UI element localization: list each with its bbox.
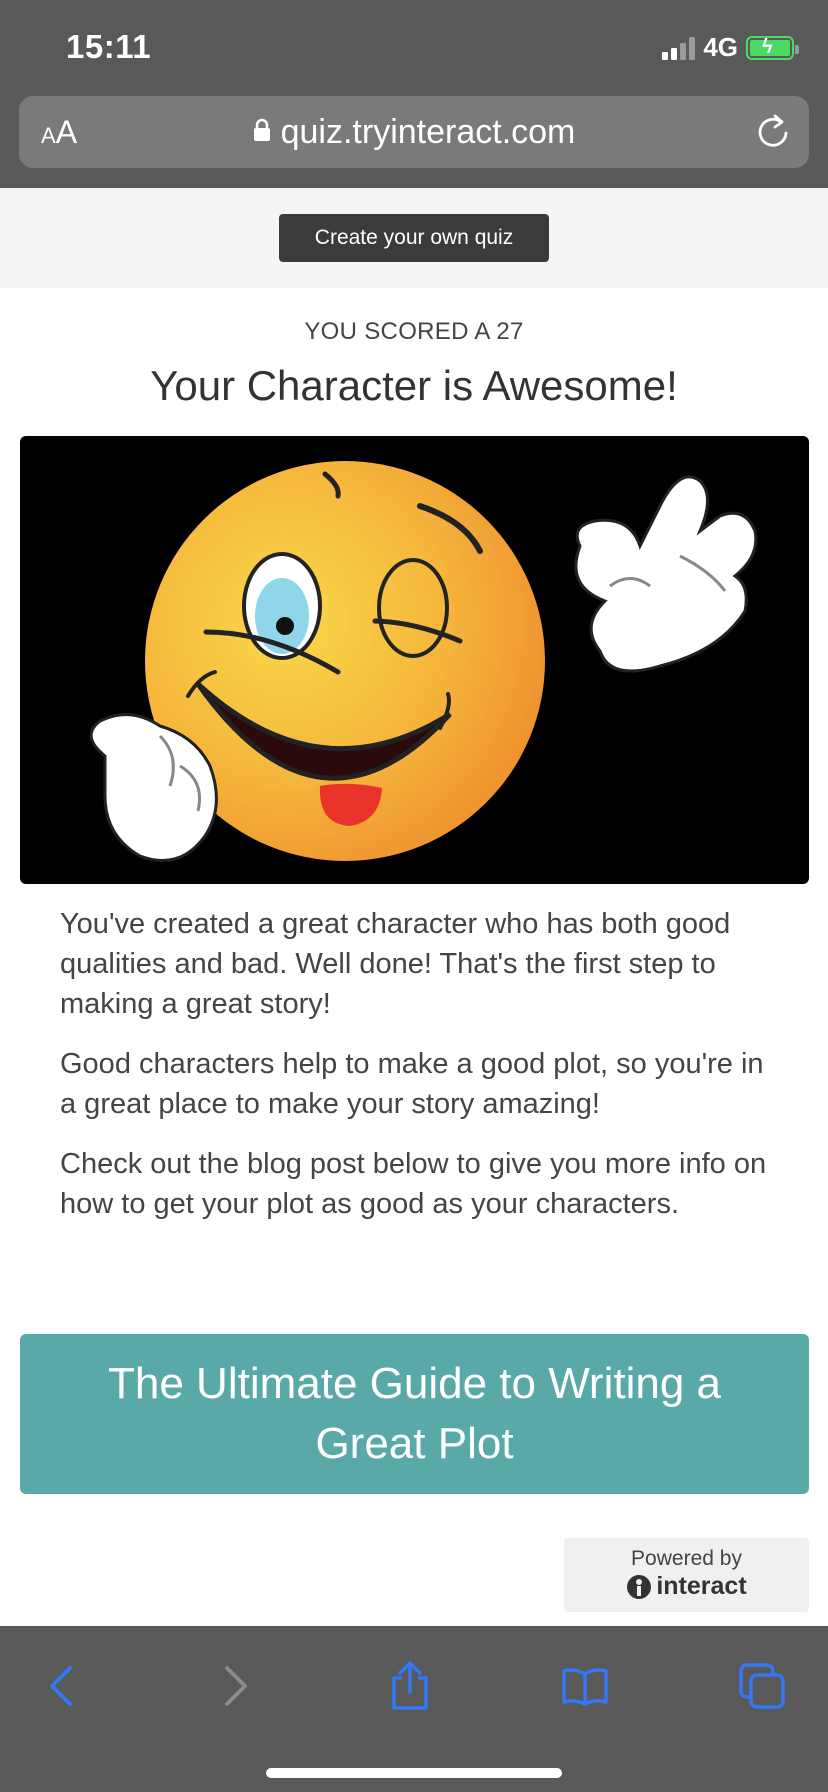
powered-by-badge[interactable]: Powered by interact bbox=[564, 1538, 809, 1612]
result-paragraph-2: Good characters help to make a good plot… bbox=[60, 1048, 764, 1120]
interact-logo-icon bbox=[627, 1574, 652, 1599]
url-text: quiz.tryinteract.com bbox=[280, 113, 576, 151]
home-indicator[interactable] bbox=[266, 1768, 562, 1778]
browser-toolbar bbox=[0, 1626, 828, 1792]
url-display[interactable]: quiz.tryinteract.com bbox=[19, 113, 809, 152]
reload-icon[interactable] bbox=[755, 112, 791, 150]
result-image bbox=[20, 436, 809, 884]
status-indicators: 4G ϟ bbox=[662, 32, 799, 63]
create-quiz-button[interactable]: Create your own quiz bbox=[279, 214, 549, 262]
status-time: 15:11 bbox=[66, 28, 152, 65]
lock-icon bbox=[253, 118, 270, 142]
back-icon[interactable] bbox=[31, 1656, 91, 1716]
signal-icon bbox=[662, 36, 696, 60]
share-icon[interactable] bbox=[380, 1656, 440, 1716]
score-text: YOU SCORED A 27 bbox=[304, 318, 524, 345]
address-bar[interactable]: A A quiz.tryinteract.com bbox=[19, 96, 809, 168]
battery-icon: ϟ bbox=[746, 35, 799, 60]
result-paragraph-1: You've created a great character who has… bbox=[60, 908, 731, 1020]
bookmarks-icon[interactable] bbox=[555, 1656, 615, 1716]
interact-brand: interact bbox=[564, 1572, 809, 1601]
browser-top-bar: 15:11 4G ϟ A A quiz.tryinteract.com bbox=[0, 0, 828, 188]
guide-link-button[interactable]: The Ultimate Guide to Writing a Great Pl… bbox=[20, 1334, 809, 1494]
winking-emoji-illustration bbox=[89, 461, 758, 862]
powered-by-label: Powered by bbox=[631, 1547, 742, 1570]
network-type: 4G bbox=[703, 32, 738, 62]
forward-icon[interactable] bbox=[206, 1656, 266, 1716]
quiz-header: Create your own quiz bbox=[0, 188, 828, 288]
result-paragraph-3: Check out the blog post below to give yo… bbox=[60, 1148, 767, 1220]
result-title: Your Character is Awesome! bbox=[150, 362, 678, 409]
tabs-icon[interactable] bbox=[732, 1656, 792, 1716]
